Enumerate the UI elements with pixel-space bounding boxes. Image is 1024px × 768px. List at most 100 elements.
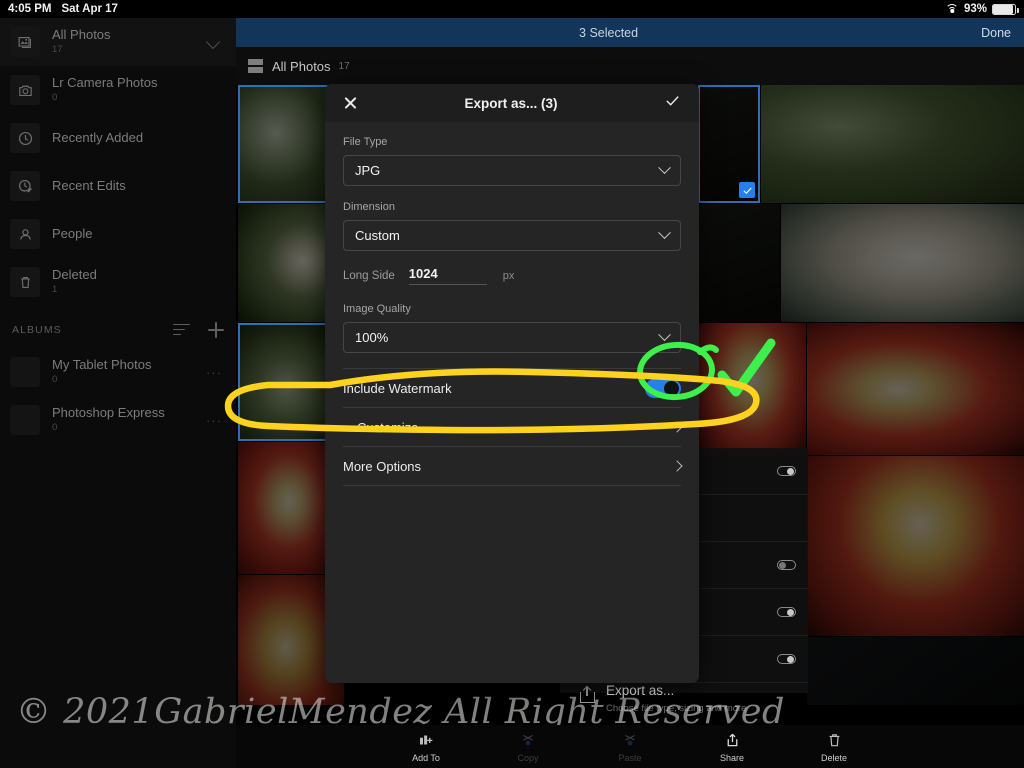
app-root: 4:05 PM Sat Apr 17 93% All Photos 17 Lr … <box>0 0 1024 768</box>
long-side-input[interactable]: 1024 <box>408 266 487 285</box>
sidebar-label: Recent Edits <box>52 177 126 193</box>
album-more-icon[interactable]: ··· <box>206 365 226 380</box>
background-row-toggle[interactable] <box>777 466 796 476</box>
image-quality-value: 100% <box>355 330 389 345</box>
done-button[interactable]: Done <box>981 26 1024 40</box>
status-time: 4:05 PM <box>8 3 52 15</box>
chevron-right-icon <box>671 421 683 433</box>
album-thumbnail <box>10 357 40 387</box>
photo-food-3[interactable] <box>807 323 1024 455</box>
sidebar-album-photoshop-express[interactable]: Photoshop Express 0 ··· <box>0 396 236 444</box>
file-type-select[interactable]: JPG <box>343 155 681 186</box>
add-to-icon <box>417 730 435 749</box>
dimension-value: Custom <box>355 228 400 243</box>
album-label: My Tablet Photos <box>52 357 152 373</box>
include-watermark-label: Include Watermark <box>343 380 452 396</box>
status-bar: 4:05 PM Sat Apr 17 93% <box>0 0 1024 18</box>
image-quality-select[interactable]: 100% <box>343 322 681 353</box>
photo-food-2[interactable] <box>698 323 806 455</box>
export-as-dialog: Export as... (3) File Type JPG Dimension… <box>325 84 699 683</box>
sort-icon[interactable] <box>173 323 190 337</box>
selection-count-label: 3 Selected <box>579 25 639 40</box>
photo-green-1[interactable] <box>698 85 760 203</box>
long-side-field: Long Side 1024 px <box>343 266 681 285</box>
wifi-icon <box>945 4 959 14</box>
photo-thumbnail <box>807 637 1024 705</box>
more-options-label: More Options <box>343 458 422 474</box>
people-icon <box>10 219 40 249</box>
customize-row[interactable]: Customize <box>343 408 683 447</box>
photo-thumbnail <box>698 204 780 322</box>
album-more-icon[interactable]: ··· <box>206 413 226 428</box>
photo-dark-1[interactable] <box>807 637 1024 705</box>
background-row-toggle[interactable] <box>777 560 796 570</box>
photo-sauce[interactable] <box>807 456 1024 636</box>
background-row-toggle[interactable] <box>777 607 796 617</box>
photo-green-2[interactable] <box>698 204 780 322</box>
image-quality-label: Image Quality <box>343 303 411 315</box>
album-count: 0 <box>52 422 58 433</box>
toolbar-add-to-button[interactable]: Add To <box>395 730 457 763</box>
selection-checkmark-badge <box>739 182 755 198</box>
photo-thumbnail <box>761 85 1024 203</box>
chevron-down-icon[interactable] <box>205 34 221 50</box>
sidebar-item-lr-camera-photos[interactable]: Lr Camera Photos 0 <box>0 66 236 114</box>
toolbar-label: Paste <box>618 753 642 763</box>
include-watermark-row[interactable]: Include Watermark <box>343 369 681 408</box>
photo-thumbnail <box>807 456 1024 636</box>
album-text: Photoshop Express 0 <box>52 405 206 434</box>
more-options-row[interactable]: More Options <box>343 447 683 486</box>
camera-icon <box>10 75 40 105</box>
toolbar-label: Delete <box>820 753 847 763</box>
sidebar-item-all-photos[interactable]: All Photos 17 <box>0 18 236 66</box>
sidebar-item-people[interactable]: People <box>0 210 236 258</box>
sidebar-item-text: People <box>52 226 226 242</box>
sidebar-label: Recently Added <box>52 129 144 145</box>
battery-icon <box>992 3 1019 15</box>
sidebar-label: Lr Camera Photos <box>52 75 158 91</box>
check-icon[interactable] <box>664 92 681 114</box>
toolbar-label: Share <box>719 753 745 763</box>
album-photo-count: 17 <box>338 60 350 72</box>
chevron-down-icon <box>658 226 671 240</box>
close-icon[interactable] <box>343 96 358 111</box>
sidebar-item-text: Lr Camera Photos 0 <box>52 75 226 104</box>
chevron-right-icon <box>671 460 683 472</box>
toolbar-share-button[interactable]: Share <box>701 730 763 763</box>
include-watermark-toggle[interactable] <box>645 378 681 398</box>
photo-flower-1[interactable] <box>761 85 1024 203</box>
sidebar-label: Deleted <box>52 267 97 283</box>
album-label: Photoshop Express <box>52 405 165 421</box>
trash-icon <box>826 730 843 749</box>
customize-label: Customize <box>357 419 419 435</box>
photo-flower-2[interactable] <box>781 204 1024 322</box>
share-icon <box>724 730 741 749</box>
sidebar-item-deleted[interactable]: Deleted 1 <box>0 258 236 306</box>
sidebar-item-text: Recent Edits <box>52 177 226 194</box>
albums-header: ALBUMS <box>0 312 236 348</box>
background-row-toggle[interactable] <box>777 654 796 664</box>
long-side-unit: px <box>502 270 515 282</box>
long-side-label: Long Side <box>343 270 395 282</box>
sidebar-count: 17 <box>52 44 63 55</box>
photo-thumbnail <box>781 204 1024 322</box>
plus-icon[interactable] <box>208 322 224 338</box>
album-text: My Tablet Photos 0 <box>52 357 206 386</box>
file-type-value: JPG <box>355 163 381 178</box>
toolbar-copy-button[interactable]: Copy <box>497 730 559 763</box>
sidebar-item-recently-added[interactable]: Recently Added <box>0 114 236 162</box>
sidebar-album-my-tablet-photos[interactable]: My Tablet Photos 0 ··· <box>0 348 236 396</box>
clock-icon <box>10 123 40 153</box>
dimension-select[interactable]: Custom <box>343 220 681 251</box>
sidebar-item-text: Deleted 1 <box>52 267 226 296</box>
sidebar-item-recent-edits[interactable]: Recent Edits <box>0 162 236 210</box>
sidebar: All Photos 17 Lr Camera Photos 0 Recentl… <box>0 18 236 768</box>
grid-icon <box>248 59 263 73</box>
recent-edits-icon <box>10 171 40 201</box>
status-date: Sat Apr 17 <box>61 3 118 15</box>
toolbar-paste-button[interactable]: Paste <box>599 730 661 763</box>
sidebar-count: 0 <box>52 92 58 103</box>
photo-thumbnail <box>698 323 806 455</box>
file-type-label: File Type <box>343 136 388 148</box>
toolbar-delete-button[interactable]: Delete <box>803 730 865 763</box>
